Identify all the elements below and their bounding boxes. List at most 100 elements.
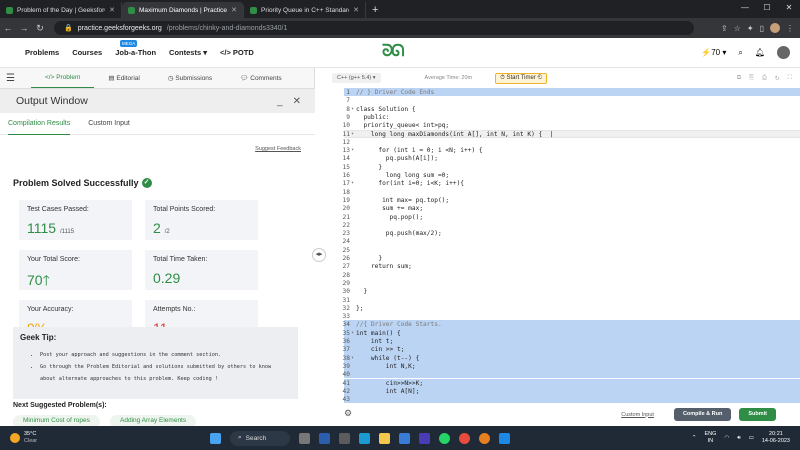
language-select[interactable]: C++ (g++ 5.4) ▾	[332, 73, 381, 83]
streak-counter[interactable]: ⚡70 ▾	[701, 48, 726, 57]
vscode-icon[interactable]	[319, 432, 330, 444]
points-scored-value: 2 /2	[153, 220, 170, 236]
tab-comments-label: Comments	[250, 75, 282, 82]
file-explorer-icon[interactable]	[379, 432, 390, 444]
editor-toolbar: C++ (g++ 5.4) ▾ Average Time: 20m ⏱ Star…	[326, 68, 800, 88]
nav-potd-label: POTD	[232, 48, 254, 57]
extensions-icon[interactable]: ✦	[747, 24, 754, 33]
store-icon[interactable]	[399, 432, 410, 444]
code-line: }	[356, 163, 383, 171]
refresh-icon[interactable]: ↻	[775, 75, 780, 82]
battery-icon[interactable]: ▭	[749, 435, 754, 441]
tip-item: about alternate approaches to this probl…	[40, 376, 219, 382]
custom-input-link[interactable]: Custom Input	[621, 412, 654, 418]
code-line: sum += max;	[356, 205, 424, 213]
compile-run-button[interactable]: Compile & Run	[673, 408, 732, 421]
tab-problem[interactable]: </> Problem	[30, 68, 95, 88]
fullscreen-icon[interactable]: ⛶	[788, 75, 792, 82]
line-number: 20	[342, 205, 350, 213]
settings-gear-icon[interactable]: ⚙	[344, 408, 352, 419]
code-line: long long sum =0;	[356, 172, 450, 179]
tray-expand-icon[interactable]: ⌃	[692, 435, 697, 441]
language-indicator[interactable]: ENG IN	[704, 431, 716, 445]
nav-courses[interactable]: Courses	[72, 48, 102, 57]
volume-icon[interactable]: 🔊︎	[737, 435, 740, 442]
notification-bell-icon[interactable]: 🔔︎	[755, 48, 765, 57]
lang-line1: ENG	[704, 431, 717, 437]
code-line: int t;	[356, 338, 394, 345]
bolt-icon: ⚡	[701, 48, 712, 57]
more-menu-icon[interactable]: ⋮	[786, 24, 794, 33]
selection-highlight	[344, 328, 800, 337]
nav-problems[interactable]: Problems	[25, 48, 59, 57]
fold-arrow-icon[interactable]: ▾	[351, 131, 354, 137]
tab-custom-input[interactable]: Custom Input	[88, 120, 130, 127]
sidepanel-icon[interactable]: ▯	[760, 24, 764, 33]
app-icon[interactable]	[499, 432, 510, 444]
new-tab-button[interactable]: +	[366, 2, 384, 18]
share-icon[interactable]: ⇪	[721, 24, 728, 33]
tab-comments[interactable]: 💬︎ Comments	[226, 74, 296, 82]
weather-widget[interactable]: 35°C Clear	[0, 431, 210, 445]
pane-resize-handle[interactable]: ◂▸	[312, 248, 326, 262]
firefox-icon[interactable]	[479, 432, 490, 444]
back-icon[interactable]: ←	[0, 23, 16, 33]
reload-icon[interactable]: ↻	[32, 23, 48, 34]
close-window-icon[interactable]: ✕	[778, 0, 800, 16]
profile-avatar[interactable]	[770, 23, 780, 33]
bookmark-star-icon[interactable]: ☆	[734, 24, 741, 33]
minimize-output-icon[interactable]: _	[277, 96, 283, 107]
nav-job-a-thon[interactable]: Job-a-Thon	[115, 48, 156, 57]
whatsapp-icon[interactable]	[439, 432, 450, 444]
edge-icon[interactable]	[359, 432, 370, 444]
problem-pane: ☰ </> Problem ▤ Editorial ◷ Submissions …	[0, 68, 315, 429]
submit-button[interactable]: Submit	[739, 408, 776, 421]
close-tab-icon[interactable]: ✕	[231, 6, 237, 14]
browser-tab-potd[interactable]: Problem of the Day | GeeksforGee✕	[0, 2, 122, 18]
fold-arrow-icon[interactable]: ▾	[351, 147, 354, 153]
selection-highlight	[344, 370, 800, 379]
close-tab-icon[interactable]: ✕	[353, 6, 359, 14]
fold-arrow-icon[interactable]: ▾	[351, 180, 354, 186]
taskbar-search[interactable]: ⌕ Search	[230, 430, 290, 446]
tests-passed-card: Test Cases Passed: 1115 /1115	[19, 200, 132, 240]
start-timer-button[interactable]: ⏱ Start Timer ◴	[495, 72, 548, 84]
nav-potd[interactable]: </> POTD	[220, 48, 254, 57]
gfg-logo[interactable]: ᘐᘏ	[382, 43, 405, 61]
tab-editorial[interactable]: ▤ Editorial	[94, 74, 153, 82]
browser-tab-maximum-diamonds[interactable]: Maximum Diamonds | Practice | G✕	[122, 2, 244, 18]
app-icon[interactable]	[419, 432, 430, 444]
line-number: 36	[342, 338, 350, 345]
forward-icon[interactable]: →	[16, 23, 32, 33]
wifi-icon[interactable]: ◠	[724, 435, 729, 441]
search-icon[interactable]: ⌕	[738, 48, 742, 58]
selection-highlight	[344, 395, 800, 403]
chrome-icon[interactable]	[459, 432, 470, 444]
tab-compilation-results[interactable]: Compilation Results	[8, 113, 71, 135]
windows-start-icon[interactable]	[210, 432, 221, 444]
clock[interactable]: 20:21 14-06-2023	[762, 431, 790, 445]
fold-arrow-icon[interactable]: ▾	[351, 106, 354, 112]
tab-submissions[interactable]: ◷ Submissions	[154, 74, 226, 82]
minimize-icon[interactable]: —	[734, 0, 756, 16]
copy-icon[interactable]: ⧉	[737, 75, 741, 82]
tests-passed-number: 1115	[27, 220, 57, 236]
hamburger-menu-icon[interactable]: ☰	[0, 73, 31, 84]
fold-arrow-icon[interactable]: ▾	[351, 355, 354, 361]
reset-icon[interactable]: ⎘	[749, 75, 754, 82]
save-icon[interactable]: ⎙	[762, 75, 767, 82]
teams-icon[interactable]	[339, 432, 350, 444]
line-number: 39	[342, 362, 350, 370]
close-output-icon[interactable]: ✕	[293, 96, 301, 107]
user-avatar[interactable]	[777, 46, 790, 59]
close-tab-icon[interactable]: ✕	[109, 6, 115, 14]
nav-contests[interactable]: Contests ▾	[169, 48, 207, 57]
code-line: cin>>N>>K;	[356, 379, 424, 387]
fold-arrow-icon[interactable]: ▾	[351, 330, 354, 336]
maximize-icon[interactable]: ☐	[756, 0, 778, 16]
url-field[interactable]: 🔒 practice.geeksforgeeks.org/problems/chi…	[54, 21, 694, 35]
task-view-icon[interactable]	[299, 432, 310, 444]
code-area[interactable]: 1// } Driver Code Ends 7 8 ▾ class Solution …	[326, 88, 800, 403]
suggest-feedback-link[interactable]: Suggest Feedback	[255, 146, 301, 152]
browser-tab-priority-queue[interactable]: Priority Queue in C++ Standard ✕	[244, 2, 366, 18]
